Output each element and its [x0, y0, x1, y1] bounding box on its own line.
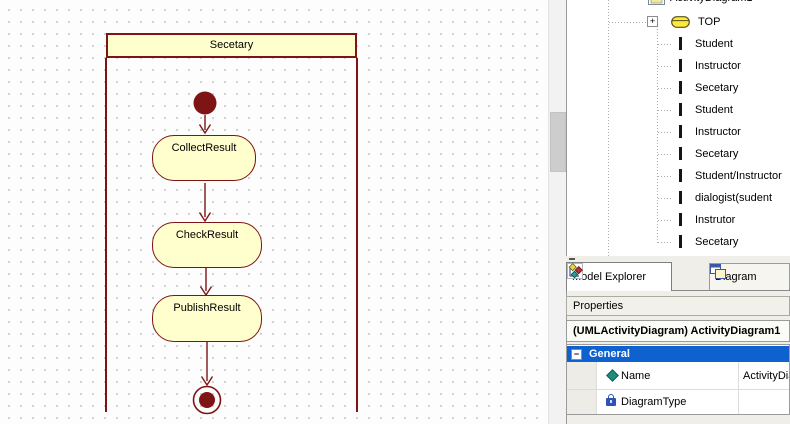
swimlane-icon: [679, 37, 682, 50]
tree-item-swimlane[interactable]: Student/Instructor: [567, 165, 790, 187]
tree-item-label: Secetary: [695, 236, 739, 248]
activity-diagram-icon: [648, 0, 665, 5]
selection-header-text: (UMLActivityDiagram) ActivityDiagram1: [573, 325, 781, 337]
tree-item-swimlane[interactable]: Secetary: [567, 231, 790, 253]
tree-item-swimlane[interactable]: Secetary: [567, 77, 790, 99]
properties-title-text: Properties: [573, 300, 624, 312]
scrollbar-thumb[interactable]: [550, 112, 566, 172]
swimlane-icon: [679, 235, 682, 248]
tree-item-top[interactable]: + TOP: [567, 11, 790, 33]
splitter-notch[interactable]: [569, 258, 575, 260]
diagram-shapes-layer: [192, 91, 222, 415]
model-explorer-tree[interactable]: ActivityDiagram1 + TOP Student Instructo…: [567, 0, 790, 257]
swimlane-icon: [679, 191, 682, 204]
tree-item-label: Secetary: [695, 82, 739, 94]
tree-item-label: Student: [695, 38, 733, 50]
initial-state[interactable]: [193, 91, 217, 115]
properties-selection-header: (UMLActivityDiagram) ActivityDiagram1: [566, 320, 790, 342]
property-row-diagramtype[interactable]: DiagramType: [567, 390, 789, 414]
collapse-icon[interactable]: −: [571, 349, 582, 360]
tree-item-swimlane[interactable]: dialogist(sudent: [567, 187, 790, 209]
swimlane-icon: [679, 103, 682, 116]
action-publish-result[interactable]: PublishResult: [152, 295, 262, 342]
name-property-icon: [606, 369, 619, 382]
tree-item-swimlane[interactable]: Instructor: [567, 55, 790, 77]
action-label: PublishResult: [173, 302, 241, 314]
tree-item-swimlane[interactable]: Student: [567, 99, 790, 121]
staruml-window: { "colors": { "shape_stroke": "#7E1414",…: [0, 0, 790, 424]
tree-item-label: Secetary: [695, 148, 739, 160]
canvas-vertical-scrollbar[interactable]: [548, 0, 567, 424]
swimlane-icon: [679, 59, 682, 72]
property-label: DiagramType: [621, 396, 687, 408]
swimlane-icon: [679, 147, 682, 160]
swimlane-icon: [679, 213, 682, 226]
column-divider: [738, 390, 739, 414]
tree-item-label: TOP: [698, 16, 721, 28]
tree-item-label: Instructor: [695, 126, 741, 138]
property-row-name[interactable]: Name ActivityDiagram1: [567, 362, 789, 390]
tree-connector: [609, 22, 647, 23]
tree-item-label: Student: [695, 104, 733, 116]
action-label: CheckResult: [175, 229, 239, 241]
partition-container-icon: [671, 16, 690, 28]
swimlane-icon: [679, 125, 682, 138]
action-label: CollectResult: [171, 142, 237, 154]
diagram-canvas[interactable]: Secetary CollectResult CheckResult Publi…: [0, 0, 548, 424]
final-state-core: [199, 392, 215, 408]
tree-item-swimlane[interactable]: Student: [567, 33, 790, 55]
tree-item-swimlane[interactable]: Instructor: [567, 121, 790, 143]
model-explorer-icon: [567, 263, 583, 279]
property-value[interactable]: ActivityDiagram1: [743, 362, 789, 390]
swimlane-icon: [679, 169, 682, 182]
swimlane-icon: [679, 81, 682, 94]
tree-item-label: Student/Instructor: [695, 170, 782, 182]
row-gutter: [567, 362, 597, 389]
property-label: Name: [621, 370, 651, 382]
tree-item-label: ActivityDiagram1: [670, 0, 753, 9]
expand-icon[interactable]: +: [647, 16, 658, 27]
group-label: General: [589, 348, 630, 360]
action-check-result[interactable]: CheckResult: [152, 222, 262, 268]
action-collect-result[interactable]: CollectResult: [152, 135, 256, 181]
tree-item-swimlane[interactable]: Secetary: [567, 143, 790, 165]
property-group-general[interactable]: − General: [567, 346, 789, 362]
tree-item-label: Instructor: [695, 60, 741, 72]
tree-item-label: dialogist(sudent: [695, 192, 773, 204]
tree-item-swimlane[interactable]: Instrutor: [567, 209, 790, 231]
row-gutter: [567, 390, 597, 414]
properties-panel-title: Properties: [566, 296, 790, 316]
lock-icon: [606, 394, 616, 406]
tab-label: Model Explorer: [572, 271, 646, 283]
diagram-tab-icon: [710, 264, 726, 279]
property-grid[interactable]: − General Name ActivityDiagram1 DiagramT…: [566, 344, 790, 415]
tree-item-activitydiagram[interactable]: ActivityDiagram1: [567, 0, 790, 9]
tab-model-explorer[interactable]: Model Explorer: [566, 262, 672, 291]
tree-item-label: Instrutor: [695, 214, 736, 226]
column-divider: [738, 362, 739, 389]
tab-diagram[interactable]: Diagram: [709, 263, 790, 290]
